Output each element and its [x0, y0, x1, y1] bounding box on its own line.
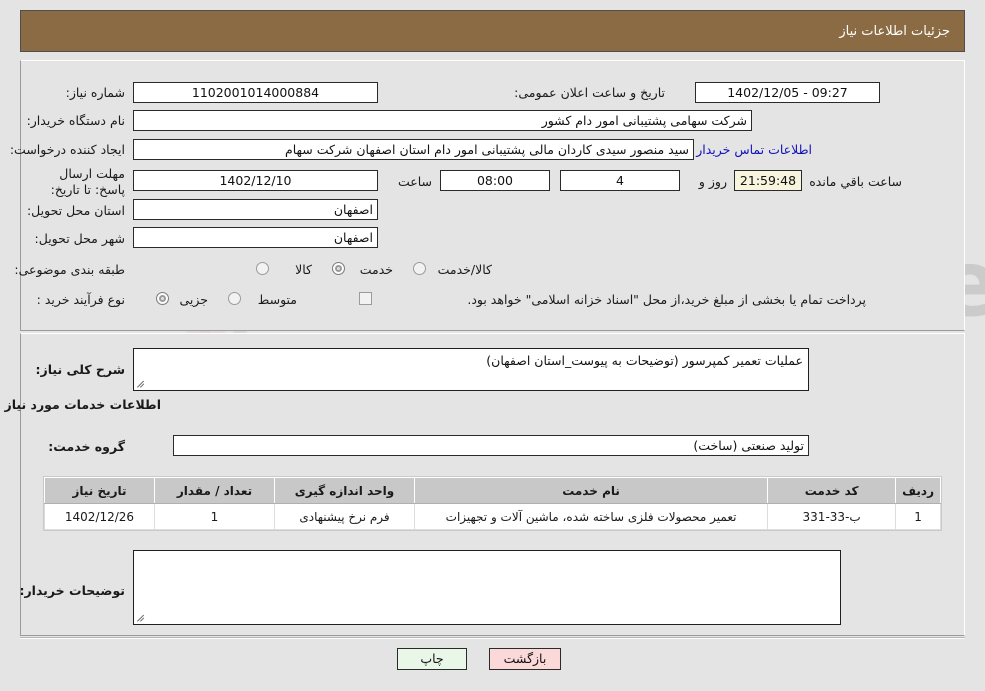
need-summary-label: شرح کلی نیاز:	[35, 362, 125, 377]
radio-process-jozei-label: جزیی	[179, 292, 208, 307]
buyer-contact-link[interactable]: اطلاعات تماس خریدار	[696, 142, 812, 157]
cell-unit: فرم نرخ پیشنهادی	[274, 503, 415, 530]
buyer-notes-textarea[interactable]	[133, 550, 841, 625]
radio-process-motevaset[interactable]	[228, 292, 241, 305]
announce-datetime-value: 09:27 - 1402/12/05	[695, 82, 880, 103]
col-header-qty: تعداد / مقدار	[154, 477, 275, 504]
delivery-city-value: اصفهان	[133, 227, 378, 248]
remaining-days-value: 4	[560, 170, 680, 191]
service-group-value: تولید صنعتی (ساخت)	[173, 435, 809, 456]
delivery-city-label: شهر محل تحویل:	[34, 231, 125, 246]
service-group-label: گروه خدمت:	[48, 439, 125, 454]
radio-category-kala-label: کالا	[295, 262, 312, 277]
countdown-value: 21:59:48	[734, 170, 802, 191]
col-header-radif: ردیف	[895, 477, 941, 504]
radio-category-khedmat[interactable]	[332, 262, 345, 275]
treasury-docs-note: پرداخت تمام یا بخشی از مبلغ خرید،از محل …	[467, 292, 866, 307]
purchase-process-label: نوع فرآیند خرید :	[36, 292, 125, 307]
services-section-heading: اطلاعات خدمات مورد نیاز	[4, 397, 162, 412]
need-summary-textarea[interactable]: عملیات تعمیر کمپرسور (توضیحات به پیوست_ا…	[133, 348, 809, 391]
deadline-date-value: 1402/12/10	[133, 170, 378, 191]
col-header-unit: واحد اندازه گیری	[274, 477, 415, 504]
resize-grip-icon-notes[interactable]	[136, 613, 146, 623]
hour-label: ساعت	[397, 174, 432, 189]
request-creator-label: ایجاد کننده درخواست:	[9, 142, 125, 157]
need-number-label: شماره نیاز:	[65, 85, 125, 100]
delivery-province-value: اصفهان	[133, 199, 378, 220]
footer-divider	[20, 637, 965, 639]
print-button[interactable]: چاپ	[397, 648, 467, 670]
table-row[interactable]: 1 ب-33-331 تعمیر محصولات فلزی ساخته شده،…	[44, 503, 941, 530]
treasury-docs-checkbox[interactable]	[359, 292, 372, 305]
deadline-hour-value: 08:00	[440, 170, 550, 191]
resize-grip-icon[interactable]	[136, 379, 146, 389]
cell-date: 1402/12/26	[44, 503, 155, 530]
services-table-wrapper: ردیف کد خدمت نام خدمت واحد اندازه گیری ت…	[43, 476, 942, 531]
need-summary-value: عملیات تعمیر کمپرسور (توضیحات به پیوست_ا…	[486, 353, 803, 368]
buyer-notes-label: توضیحات خریدار:	[19, 583, 125, 598]
radio-category-kala[interactable]	[256, 262, 269, 275]
col-header-code: کد خدمت	[767, 477, 897, 504]
page-title: جزئیات اطلاعات نیاز	[839, 23, 950, 39]
page-root: AnaTender.net جزئیات اطلاعات نیاز شماره …	[0, 0, 985, 691]
request-creator-value: سید منصور سیدی کاردان مالی پشتیبانی امور…	[133, 139, 694, 160]
table-header-row: ردیف کد خدمت نام خدمت واحد اندازه گیری ت…	[44, 477, 941, 504]
response-deadline-label: مهلت ارسال پاسخ: تا تاریخ:	[50, 166, 125, 197]
radio-category-khedmat-label: خدمت	[359, 262, 393, 277]
radio-category-kala-khedmat[interactable]	[413, 262, 426, 275]
cell-qty: 1	[154, 503, 275, 530]
radio-process-jozei[interactable]	[156, 292, 169, 305]
col-header-date: تاریخ نیاز	[44, 477, 155, 504]
subject-category-label: طبقه بندی موضوعی:	[14, 262, 125, 277]
buyer-org-label: نام دستگاه خریدار:	[26, 113, 125, 128]
delivery-province-label: استان محل تحویل:	[26, 203, 125, 218]
col-header-name: نام خدمت	[413, 477, 769, 504]
days-label: روز و	[698, 174, 727, 189]
announce-datetime-label: تاریخ و ساعت اعلان عمومی:	[514, 85, 665, 100]
buyer-org-value: شرکت سهامی پشتیبانی امور دام کشور	[133, 110, 752, 131]
back-button[interactable]: بازگشت	[489, 648, 561, 670]
need-number-value: 1102001014000884	[133, 82, 378, 103]
cell-code: ب-33-331	[767, 503, 897, 530]
services-table: ردیف کد خدمت نام خدمت واحد اندازه گیری ت…	[44, 477, 941, 530]
cell-radif: 1	[895, 503, 941, 530]
radio-category-kala-khedmat-label: کالا/خدمت	[437, 262, 492, 277]
remaining-hours-label: ساعت باقي مانده	[809, 174, 902, 189]
page-title-bar: جزئیات اطلاعات نیاز	[20, 10, 965, 52]
cell-name: تعمیر محصولات فلزی ساخته شده، ماشین آلات…	[413, 503, 769, 530]
radio-process-motevaset-label: متوسط	[257, 292, 297, 307]
